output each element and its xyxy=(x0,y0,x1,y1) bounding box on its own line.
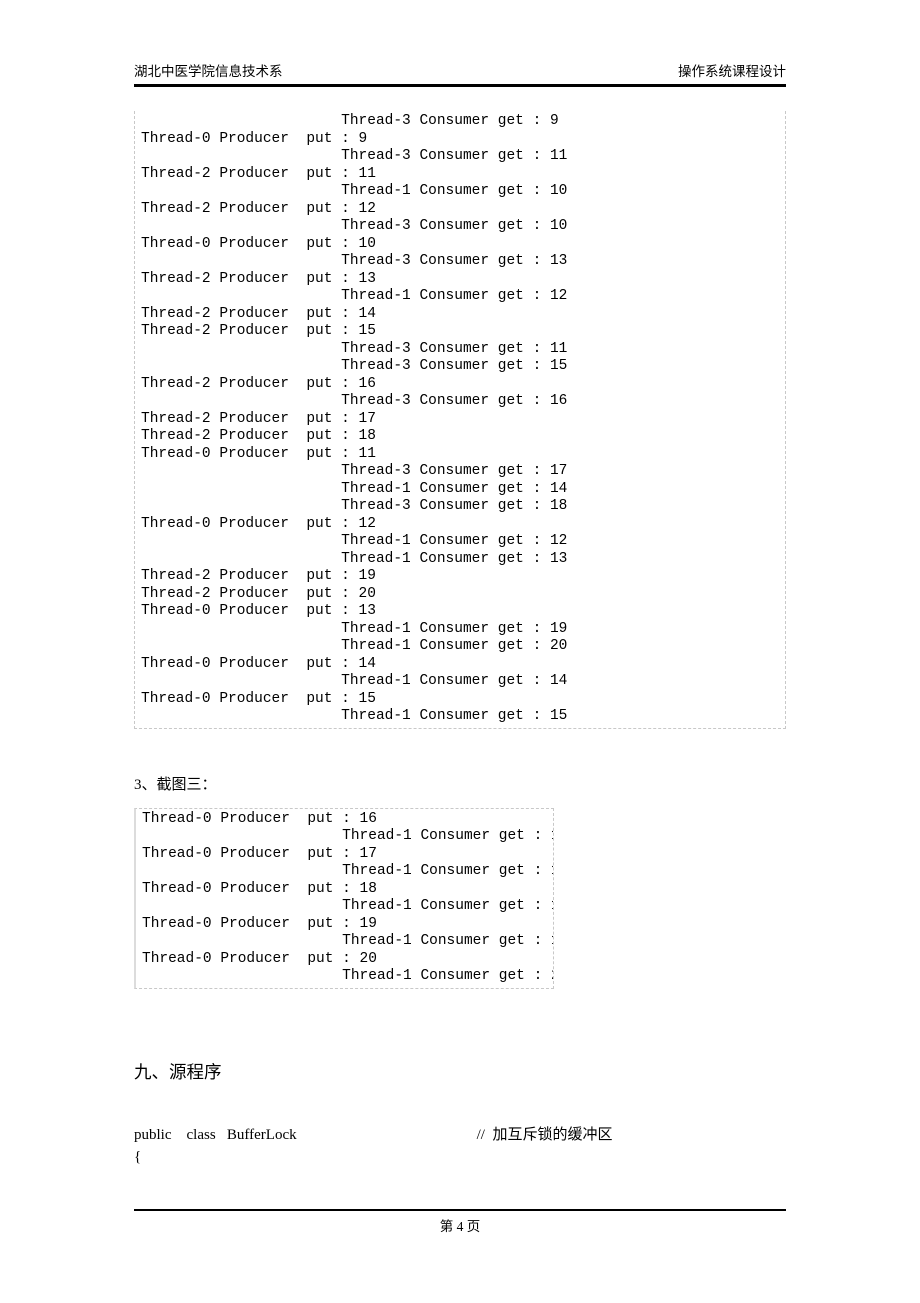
code-brace: { xyxy=(134,1146,786,1169)
caption-screenshot-3: 3、截图三： xyxy=(134,773,786,794)
source-code: public class BufferLock // 加互斥锁的缓冲区 { xyxy=(134,1124,786,1169)
header-right: 操作系统课程设计 xyxy=(678,60,786,80)
code-comment: // 加互斥锁的缓冲区 xyxy=(477,1127,613,1143)
code-decl: public class BufferLock xyxy=(134,1127,297,1143)
console-output-2: Thread-0 Producer put : 16 Thread-1 Cons… xyxy=(134,808,554,989)
page-number: 第 4 页 xyxy=(0,1211,920,1235)
section-heading-9: 九、源程序 xyxy=(134,1059,786,1084)
console-output-1: Thread-3 Consumer get : 9 Thread-0 Produ… xyxy=(134,111,786,729)
header-left: 湖北中医学院信息技术系 xyxy=(134,60,283,80)
